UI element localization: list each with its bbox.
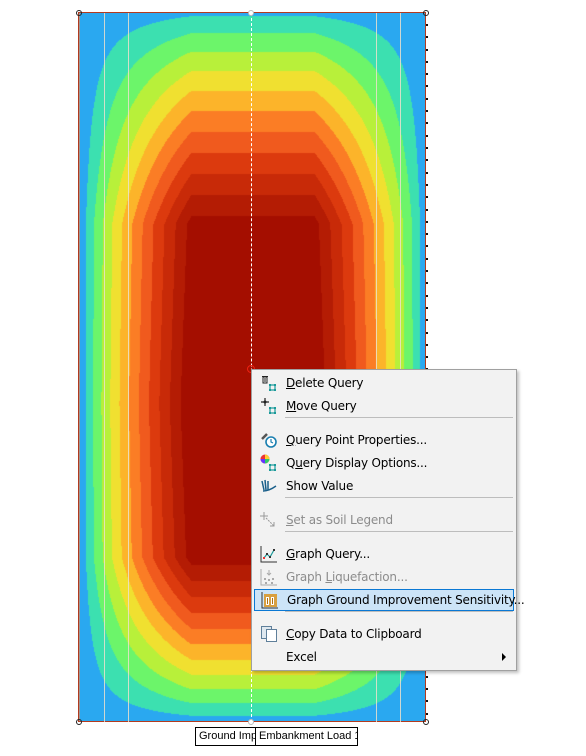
tick-mark bbox=[426, 159, 428, 161]
menu-item-copy-data-to-clipboard[interactable]: Copy Data to Clipboard bbox=[254, 623, 514, 645]
context-menu: Delete Query Move Query Query Point Proper… bbox=[251, 369, 525, 671]
vertex-handle[interactable] bbox=[423, 10, 429, 16]
menu-separator bbox=[285, 417, 513, 418]
tick-mark bbox=[426, 713, 428, 715]
color-wheel-icon bbox=[256, 452, 282, 474]
embankment-load-label: Embankment Load 1 bbox=[255, 727, 358, 746]
menu-separator bbox=[285, 611, 513, 612]
menu-item-graph-liquefaction[interactable]: Graph Liquefaction... bbox=[254, 566, 514, 588]
tick-mark bbox=[426, 184, 428, 186]
ground-improvement-line bbox=[104, 13, 105, 722]
menu-item-set-as-soil-legend[interactable]: Set as Soil Legend bbox=[254, 509, 514, 531]
tick-mark bbox=[426, 676, 428, 678]
menu-item-excel[interactable]: Excel bbox=[254, 646, 514, 668]
tick-mark bbox=[426, 307, 428, 309]
tick-mark bbox=[426, 73, 428, 75]
vertex-handle[interactable] bbox=[423, 719, 429, 725]
tick-mark bbox=[426, 85, 428, 87]
menu-item-label: Show Value bbox=[286, 479, 354, 493]
tick-mark bbox=[426, 245, 428, 247]
ground-improvement-label: Ground Imp bbox=[195, 727, 258, 746]
menu-item-label: Query Point Properties... bbox=[286, 433, 427, 447]
menu-item-label: Delete Query bbox=[286, 376, 364, 390]
tick-mark bbox=[426, 688, 428, 690]
tick-mark bbox=[426, 344, 428, 346]
embankment-left-edge bbox=[78, 13, 80, 722]
tick-mark bbox=[426, 209, 428, 211]
menu-item-move-query[interactable]: Move Query bbox=[254, 395, 514, 417]
tick-mark bbox=[426, 233, 428, 235]
menu-item-label: Move Query bbox=[286, 399, 357, 413]
menu-item-graph-query[interactable]: Graph Query... bbox=[254, 543, 514, 565]
tick-mark bbox=[426, 258, 428, 260]
copy-icon bbox=[256, 623, 282, 645]
menu-item-label: Set as Soil Legend bbox=[286, 513, 393, 527]
menu-item-label: Excel bbox=[286, 650, 317, 664]
menu-item-query-display-options[interactable]: Query Display Options... bbox=[254, 452, 514, 474]
tick-mark bbox=[426, 36, 428, 38]
query-line-handle[interactable] bbox=[248, 719, 254, 725]
menu-item-label: Graph Ground Improvement Sensitivity... bbox=[287, 593, 525, 607]
tick-mark bbox=[426, 332, 428, 334]
ground-improvement-line bbox=[128, 13, 129, 722]
graph-liquefaction-icon bbox=[256, 566, 282, 588]
menu-item-query-point-properties[interactable]: Query Point Properties... bbox=[254, 429, 514, 451]
tick-mark bbox=[426, 147, 428, 149]
tick-mark bbox=[426, 295, 428, 297]
tick-mark bbox=[426, 196, 428, 198]
tick-mark bbox=[426, 270, 428, 272]
menu-item-delete-query[interactable]: Delete Query bbox=[254, 372, 514, 394]
show-value-icon bbox=[256, 475, 282, 497]
tick-mark bbox=[426, 356, 428, 358]
move-query-icon bbox=[256, 395, 282, 417]
vertex-handle[interactable] bbox=[76, 10, 82, 16]
menu-item-label: Query Display Options... bbox=[286, 456, 428, 470]
tick-mark bbox=[426, 24, 428, 26]
delete-query-icon bbox=[256, 372, 282, 394]
blank-icon bbox=[256, 646, 282, 668]
menu-separator bbox=[285, 497, 513, 498]
graph-query-icon bbox=[256, 543, 282, 565]
menu-item-label: Copy Data to Clipboard bbox=[286, 627, 422, 641]
tick-mark bbox=[426, 49, 428, 51]
query-line-handle[interactable] bbox=[248, 10, 254, 16]
menu-item-label: Graph Query... bbox=[286, 547, 371, 561]
tick-mark bbox=[426, 172, 428, 174]
soil-legend-icon bbox=[256, 509, 282, 531]
tick-mark bbox=[426, 98, 428, 100]
tick-mark bbox=[426, 61, 428, 63]
tick-mark bbox=[426, 135, 428, 137]
tick-mark bbox=[426, 122, 428, 124]
query-point-properties-icon bbox=[256, 429, 282, 451]
tick-mark bbox=[426, 282, 428, 284]
sensitivity-chart-icon bbox=[257, 589, 283, 611]
tick-mark bbox=[426, 221, 428, 223]
menu-item-graph-ground-improvement-sensitivity[interactable]: Graph Ground Improvement Sensitivity... bbox=[254, 589, 525, 611]
tick-mark bbox=[426, 110, 428, 112]
vertex-handle[interactable] bbox=[76, 719, 82, 725]
menu-item-show-value[interactable]: Show Value bbox=[254, 475, 514, 497]
menu-item-label: Graph Liquefaction... bbox=[286, 570, 408, 584]
tick-mark bbox=[426, 700, 428, 702]
menu-separator bbox=[285, 531, 513, 532]
tick-mark bbox=[426, 319, 428, 321]
submenu-arrow-icon bbox=[502, 653, 506, 661]
